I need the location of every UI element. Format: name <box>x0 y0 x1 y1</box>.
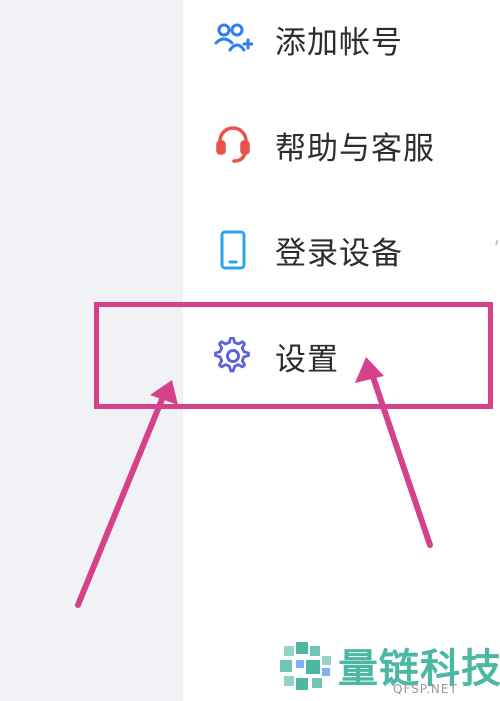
menu-item-add-account[interactable]: 添加帐号 <box>211 9 491 69</box>
highlight-box <box>94 302 493 409</box>
menu-item-help[interactable]: 帮助与客服 <box>211 115 491 175</box>
menu-item-label: 帮助与客服 <box>275 130 435 167</box>
edge-indicator: ‘ <box>493 236 500 260</box>
menu-item-label: 添加帐号 <box>275 24 403 61</box>
watermark-subtitle: QFSP.NET <box>393 682 458 696</box>
add-account-icon <box>211 17 255 61</box>
menu-item-login-devices[interactable]: 登录设备 <box>211 220 491 280</box>
headset-icon <box>211 123 255 167</box>
watermark-logo <box>280 642 331 690</box>
watermark: 量链科技 QFSP.NET <box>276 630 500 701</box>
phone-icon <box>211 228 255 272</box>
menu-item-label: 登录设备 <box>275 235 403 272</box>
